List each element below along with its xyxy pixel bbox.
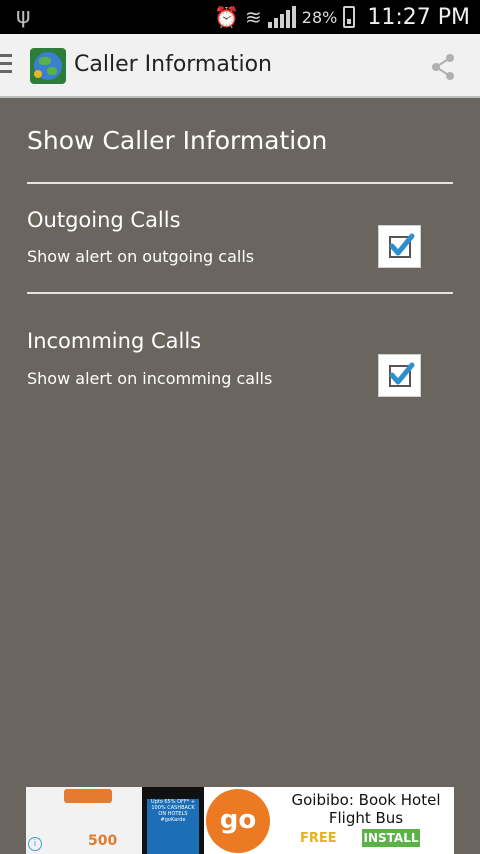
- status-bar: ψ ⏰ ≋ 28% 11:27 PM: [0, 0, 480, 34]
- ad-badge: [64, 789, 112, 803]
- signal-icon: [267, 6, 296, 28]
- ad-title[interactable]: Goibibo: Book Hotel Flight Bus: [278, 791, 454, 827]
- checkmark-icon: [389, 362, 415, 385]
- divider: [27, 292, 453, 294]
- menu-icon[interactable]: [0, 54, 12, 78]
- incoming-calls-checkbox[interactable]: [378, 354, 421, 397]
- ad-free-label: FREE: [300, 831, 337, 846]
- share-icon[interactable]: [428, 52, 458, 82]
- battery-icon: [343, 6, 356, 28]
- ad-promo-text: Upto 65% OFF* + 100% CASHBACK ON HOTELS …: [147, 799, 199, 854]
- setting-title: Incomming Calls: [27, 329, 202, 353]
- wifi-icon: ≋: [245, 5, 262, 29]
- ad-logo[interactable]: go: [206, 789, 270, 853]
- info-icon[interactable]: i: [28, 837, 42, 851]
- app-logo-icon[interactable]: [30, 48, 66, 84]
- alarm-icon: ⏰: [214, 5, 240, 29]
- ad-phone-image[interactable]: Upto 65% OFF* + 100% CASHBACK ON HOTELS …: [142, 787, 204, 854]
- section-title: Show Caller Information: [27, 126, 328, 155]
- setting-subtitle: Show alert on incomming calls: [27, 369, 273, 388]
- app-title: Caller Information: [74, 52, 272, 77]
- outgoing-calls-checkbox[interactable]: [378, 225, 421, 268]
- battery-percent: 28%: [301, 7, 338, 27]
- divider: [27, 182, 453, 184]
- usb-icon: ψ: [16, 4, 31, 29]
- setting-title: Outgoing Calls: [27, 208, 181, 232]
- ad-install-button[interactable]: INSTALL: [362, 829, 420, 847]
- app-bar: Caller Information: [0, 34, 480, 98]
- ad-promo-image[interactable]: 500 i: [26, 787, 142, 854]
- ad-amount: 500: [88, 833, 118, 849]
- clock: 11:27 PM: [367, 4, 470, 30]
- ad-banner[interactable]: 500 i Upto 65% OFF* + 100% CASHBACK ON H…: [26, 787, 454, 854]
- checkmark-icon: [389, 233, 415, 256]
- setting-subtitle: Show alert on outgoing calls: [27, 247, 255, 266]
